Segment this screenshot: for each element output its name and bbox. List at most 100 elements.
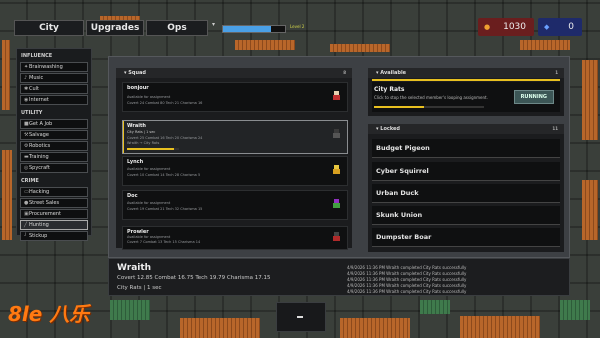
sidebar-item-street-sales[interactable]: ●Street Sales: [20, 198, 88, 208]
job-name: City Rats: [374, 86, 405, 93]
job-progress-bar: [374, 106, 484, 108]
section-heading: CRIME: [21, 178, 39, 184]
sidebar-item-training[interactable]: ▬Training: [20, 152, 88, 162]
job-card[interactable]: City Rats Click to stop the selected mem…: [372, 82, 560, 112]
section-heading: UTILITY: [21, 110, 43, 116]
member-stats: Covert 10 Combat 14 Tech 28 Charisma 5: [127, 173, 201, 177]
member-detail-panel: Wraith Covert 12.85 Combat 16.75 Tech 19…: [108, 258, 570, 296]
member-stats: Covert 7 Combat 13 Tech 15 Charisma 14: [127, 240, 201, 244]
sidebar-item-music[interactable]: ♪ Music: [20, 73, 88, 83]
member-name: bonjour: [127, 85, 149, 91]
section-heading: INFLUENCE: [21, 53, 53, 59]
sidebar-item-hacking[interactable]: ▭Hacking: [20, 187, 88, 197]
selected-indicator: [123, 121, 124, 153]
squad-header[interactable]: ▾ Squad 8: [116, 68, 352, 78]
squad-member-card[interactable]: Lynch Available for assignment Covert 10…: [122, 156, 348, 186]
member-status: Available for assignment: [127, 235, 171, 239]
map-plot: [180, 318, 260, 338]
money-value: 1030: [503, 22, 526, 32]
job-hint: Click to stop the selected member's loop…: [374, 95, 488, 100]
locked-job[interactable]: Dumpster Boar: [372, 228, 560, 247]
activity-log-entry: 4/9/2026 11:36 PM Wraith completed City …: [347, 271, 467, 276]
sidebar-item-stickup[interactable]: ┘ Stickup: [20, 231, 88, 241]
sidebar-item-internet[interactable]: ◉Internet: [20, 95, 88, 105]
member-stats: Covert 24 Combat 80 Tech 21 Charisma 16: [127, 101, 203, 105]
sidebar-item-hunting[interactable]: ╱ Hunting: [20, 220, 88, 230]
squad-count: 8: [343, 70, 346, 75]
sidebar-item-cult[interactable]: ✱Cult: [20, 84, 88, 94]
minus-icon: [297, 316, 303, 318]
available-top-bar: [372, 79, 560, 81]
member-avatar: [333, 91, 340, 100]
collapse-button[interactable]: [276, 302, 326, 332]
sidebar-item-brainwashing[interactable]: ✦Brainwashing: [20, 62, 88, 72]
activity-log-entry: 4/9/2026 11:36 PM Wraith completed City …: [347, 289, 467, 294]
member-name: Wraith: [127, 123, 146, 129]
top-bar: City Upgrades Ops ▾ Level 2 ● 1030 ◆ 0: [0, 14, 600, 38]
member-status: Available for assignment: [127, 201, 171, 205]
tab-city[interactable]: City: [14, 20, 84, 36]
level-progress-bar: [222, 25, 286, 33]
locked-job[interactable]: Cyber Squirrel: [372, 162, 560, 181]
member-avatar: [333, 199, 340, 208]
level-progress-fill: [223, 26, 272, 32]
map-plot: [2, 150, 12, 240]
member-stats: Covert 25 Combat 16 Tech 20 Charisma 24: [127, 136, 203, 140]
level-label: Level 2: [290, 24, 305, 29]
map-plot: [582, 180, 598, 240]
locked-job[interactable]: Skunk Union: [372, 206, 560, 225]
available-header[interactable]: ▾ Available 1: [368, 68, 564, 78]
heat-value: 0: [568, 22, 574, 32]
locked-header[interactable]: ▾ Locked 11: [368, 124, 564, 134]
locked-count: 11: [552, 126, 558, 131]
map-plot: [235, 40, 295, 50]
watermark-logo: 8le 八乐: [8, 302, 90, 326]
squad-member-card[interactable]: Doc Available for assignment Covert 19 C…: [122, 190, 348, 220]
money-icon: ●: [484, 23, 491, 31]
sidebar-item-robotics[interactable]: ⚙Robotics: [20, 141, 88, 151]
squad-member-card[interactable]: Prowler Available for assignment Covert …: [122, 226, 348, 250]
map-plot: [330, 44, 390, 52]
locked-title: Locked: [380, 126, 401, 132]
chevron-down-icon[interactable]: ▾: [212, 21, 215, 28]
member-name: Doc: [127, 193, 138, 199]
sidebar-item-salvage[interactable]: ⚒Salvage: [20, 130, 88, 140]
member-avatar: [333, 165, 340, 174]
map-plot: [582, 60, 598, 140]
squad-member-card[interactable]: Wraith City Rats | 1 sec Covert 25 Comba…: [122, 120, 348, 154]
map-plot: [110, 300, 150, 320]
heat-icon: ◆: [544, 23, 550, 31]
sidebar-item-spycraft[interactable]: ◎Spycraft: [20, 163, 88, 173]
sidebar-item-get-a-job[interactable]: ■Get A Job: [20, 119, 88, 129]
tab-upgrades[interactable]: Upgrades: [86, 20, 144, 36]
detail-stats: Covert 12.85 Combat 16.75 Tech 19.79 Cha…: [117, 275, 271, 281]
detail-assignment: City Rats | 1 sec: [117, 285, 162, 291]
locked-job[interactable]: Budget Pigeon: [372, 139, 560, 158]
map-plot: [340, 318, 410, 338]
running-button[interactable]: RUNNING: [513, 90, 554, 104]
map-plot: [520, 40, 570, 50]
squad-member-card[interactable]: bonjour Available for assignment Covert …: [122, 82, 348, 112]
member-stats: Covert 19 Combat 21 Tech 32 Charisma 15: [127, 207, 203, 211]
member-avatar: [333, 232, 340, 241]
locked-job[interactable]: Urban Duck: [372, 184, 560, 203]
available-panel: ▾ Available 1 City Rats Click to stop th…: [368, 68, 564, 116]
map-plot: [2, 40, 10, 110]
map-plot: [560, 300, 590, 320]
member-status: Available for assignment: [127, 95, 171, 99]
member-progress-bar: [127, 148, 179, 150]
squad-panel: ▾ Squad 8 bonjour Available for assignme…: [116, 68, 352, 250]
available-count: 1: [555, 70, 558, 75]
locked-panel: ▾ Locked 11 Budget Pigeon Cyber Squirrel…: [368, 124, 564, 252]
member-status: City Rats | 1 sec: [127, 130, 156, 134]
chevron-down-icon: ▾: [376, 126, 379, 132]
member-assignment: Wraith → City Rats: [127, 141, 160, 145]
available-title: Available: [380, 70, 407, 76]
member-status: Available for assignment: [127, 167, 171, 171]
squad-title: Squad: [128, 70, 146, 76]
ops-sidebar: INFLUENCE ✦Brainwashing ♪ Music ✱Cult ◉In…: [16, 48, 92, 241]
activity-log-entry: 4/9/2026 11:36 PM Wraith completed City …: [347, 283, 467, 288]
sidebar-item-procurement[interactable]: ▣Procurement: [20, 209, 88, 219]
tab-ops[interactable]: Ops: [146, 20, 208, 36]
map-plot: [460, 316, 540, 338]
